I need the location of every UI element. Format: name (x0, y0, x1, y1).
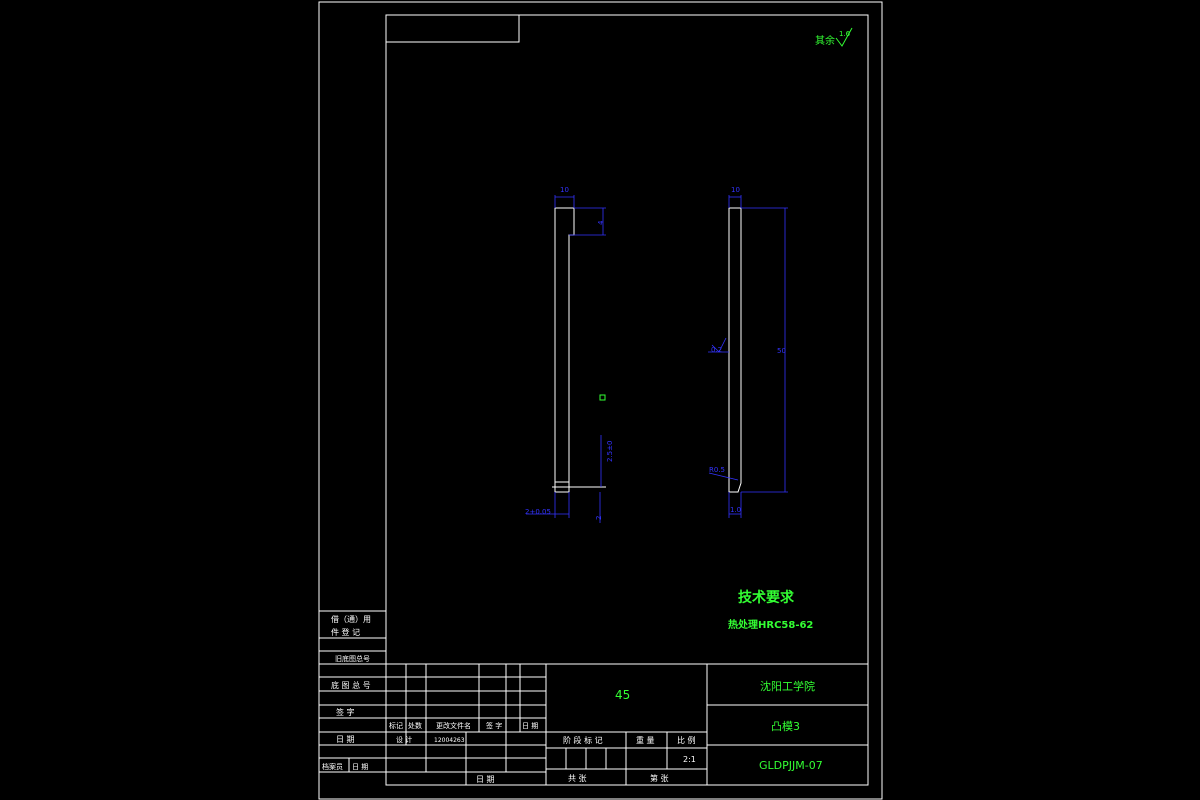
dim-front-top-width: 10 (560, 186, 569, 194)
drawing-number: GLDPJJM-07 (759, 759, 823, 772)
center-marker (599, 394, 606, 401)
stage-mark-label: 阶 段 标 记 (563, 735, 603, 745)
dim-front-diameter: 2.5±0 (606, 441, 614, 462)
sheet-no-label: 第 张 (650, 773, 669, 783)
dim-front-notch-depth: 4 (597, 220, 605, 225)
rev-header-signature: 签 字 (486, 721, 502, 730)
front-view: 10 4 2.5±0 2+0.05 2 (525, 186, 614, 523)
tech-requirements-title: 技术要求 (738, 589, 795, 606)
designer-label: 设 计 (396, 735, 412, 744)
rev-header-mark: 标记 (389, 721, 403, 730)
signature-label: 签 字 (336, 707, 355, 717)
archive-date-label: 日 期 (352, 763, 368, 771)
front-view-outline (554, 207, 575, 493)
surface-finish-label: 其余 (815, 34, 835, 47)
archive-label: 档案员 (322, 762, 343, 771)
part-name: 凸模3 (771, 720, 800, 733)
rev-header-count: 处数 (408, 721, 422, 730)
material: 45 (615, 688, 630, 702)
rev-header-file: 更改文件名 (436, 721, 471, 730)
scale-label: 比 例 (677, 735, 696, 745)
rev-header-date: 日 期 (522, 722, 538, 730)
dim-front-bottom-left: 2+0.05 (525, 508, 551, 516)
borrow-label-2: 件 登 记 (331, 627, 360, 637)
dim-side-bottom-width: 1.0 (730, 506, 741, 514)
dim-side-total-height: 50 (777, 347, 786, 355)
top-left-code-box (385, 14, 520, 43)
inner-frame (385, 14, 869, 786)
drawing-sheet: 其余 1.6 10 4 2.5±0 2+0.05 2 10 50 0.2 R0.… (318, 1, 883, 800)
scale-value: 2:1 (683, 755, 696, 764)
weight-label: 重 量 (636, 735, 655, 745)
dim-side-roughness: 0.2 (711, 346, 722, 354)
tech-requirement-item: 热处理HRC58-62 (728, 618, 813, 631)
designer-value: 12004263 (434, 737, 465, 744)
date-label: 日 期 (336, 735, 355, 744)
tb-date-label: 日 期 (476, 775, 495, 784)
side-view-outline (728, 207, 742, 493)
dim-side-top-width: 10 (731, 186, 740, 194)
institution: 沈阳工学院 (760, 679, 815, 693)
base-drawing-no-label: 底 图 总 号 (331, 680, 371, 690)
borrow-label-1: 借（通）用 (331, 614, 371, 624)
old-drawing-no-label: 旧底图总号 (335, 654, 370, 663)
dim-front-bottom-tol: 2 (595, 516, 603, 520)
side-view: 10 50 0.2 R0.5 1.0 (708, 186, 788, 518)
dim-side-chamfer: R0.5 (709, 466, 725, 474)
total-sheets-label: 共 张 (568, 774, 587, 783)
